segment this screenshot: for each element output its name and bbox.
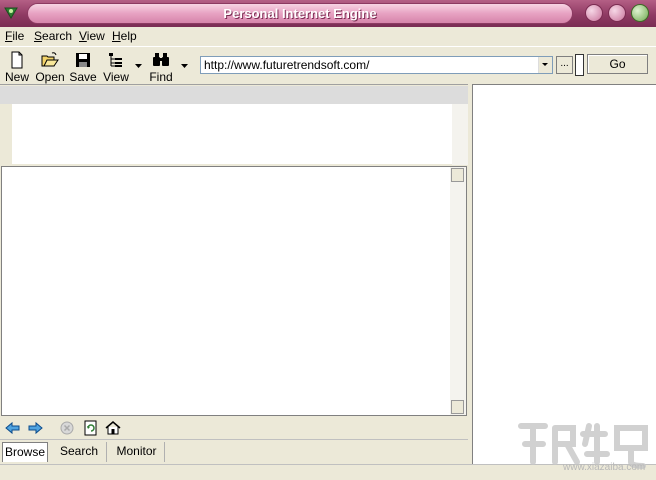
back-arrow-icon[interactable] [4,419,22,437]
address-input[interactable] [201,57,535,73]
menu-search-mnemonic: S [34,29,43,43]
app-icon [4,7,18,19]
forward-arrow-icon[interactable] [26,419,44,437]
menu-search-rest: earch [42,29,73,43]
stop-icon[interactable] [58,419,76,437]
new-button[interactable]: New [0,50,34,84]
navigation-strip [0,417,468,438]
menu-file-rest: ile [12,29,25,43]
tab-browse[interactable]: Browse [2,442,48,462]
address-combo[interactable] [200,56,553,74]
view-label: View [103,70,129,84]
view-button[interactable]: View [99,50,133,84]
browse-more-button[interactable]: ... [556,56,573,74]
floppy-disk-icon [76,53,90,67]
results-list[interactable] [12,104,452,164]
open-label: Open [35,70,65,84]
open-folder-icon [41,52,59,67]
scroll-up-button[interactable] [451,168,464,182]
find-dropdown-arrow-icon[interactable] [181,64,188,69]
new-label: New [4,70,29,84]
save-button[interactable]: Save [66,50,100,84]
find-button[interactable]: Find [144,50,178,84]
maximize-button[interactable] [631,4,649,22]
toolbar-divider [575,54,584,76]
save-label: Save [69,70,97,84]
view-dropdown-arrow-icon[interactable] [135,64,142,69]
tree-view-icon [109,53,122,67]
column-header-strip [0,86,468,104]
side-pane[interactable] [472,84,656,464]
browser-scrollbar[interactable] [450,167,466,415]
go-button[interactable]: Go [587,54,648,74]
menu-view[interactable]: View [79,29,105,43]
home-icon[interactable] [104,419,122,437]
menu-bar: File Search View Help [0,27,656,45]
results-scrollbar[interactable] [452,104,468,165]
title-bar[interactable]: Personal Internet Engine [0,0,656,27]
chevron-down-icon [542,63,548,66]
watermark-logo: www.xiazaiba.com [515,418,655,476]
open-button[interactable]: Open [33,50,67,84]
menu-help-mnemonic: H [112,29,121,43]
minimize-button[interactable] [585,4,603,22]
window-title: Personal Internet Engine [223,6,377,21]
menu-help[interactable]: Help [112,29,137,43]
new-document-icon [11,51,23,69]
menu-search[interactable]: Search [34,29,72,43]
menu-help-rest: elp [120,29,137,43]
bottom-tabs: Browse Search Monitor [0,439,468,463]
menu-view-rest: iew [86,29,105,43]
binoculars-icon [153,53,169,66]
find-label: Find [149,70,173,84]
restore-button[interactable] [608,4,626,22]
tab-search[interactable]: Search [52,442,107,462]
menu-file[interactable]: File [5,29,24,43]
browser-view[interactable] [1,166,467,416]
address-dropdown-button[interactable] [538,57,552,73]
watermark-domain: www.xiazaiba.com [563,462,646,473]
menu-view-mnemonic: V [79,29,87,43]
scroll-down-button[interactable] [451,400,464,414]
refresh-icon[interactable] [82,419,100,437]
tab-monitor[interactable]: Monitor [109,442,165,462]
